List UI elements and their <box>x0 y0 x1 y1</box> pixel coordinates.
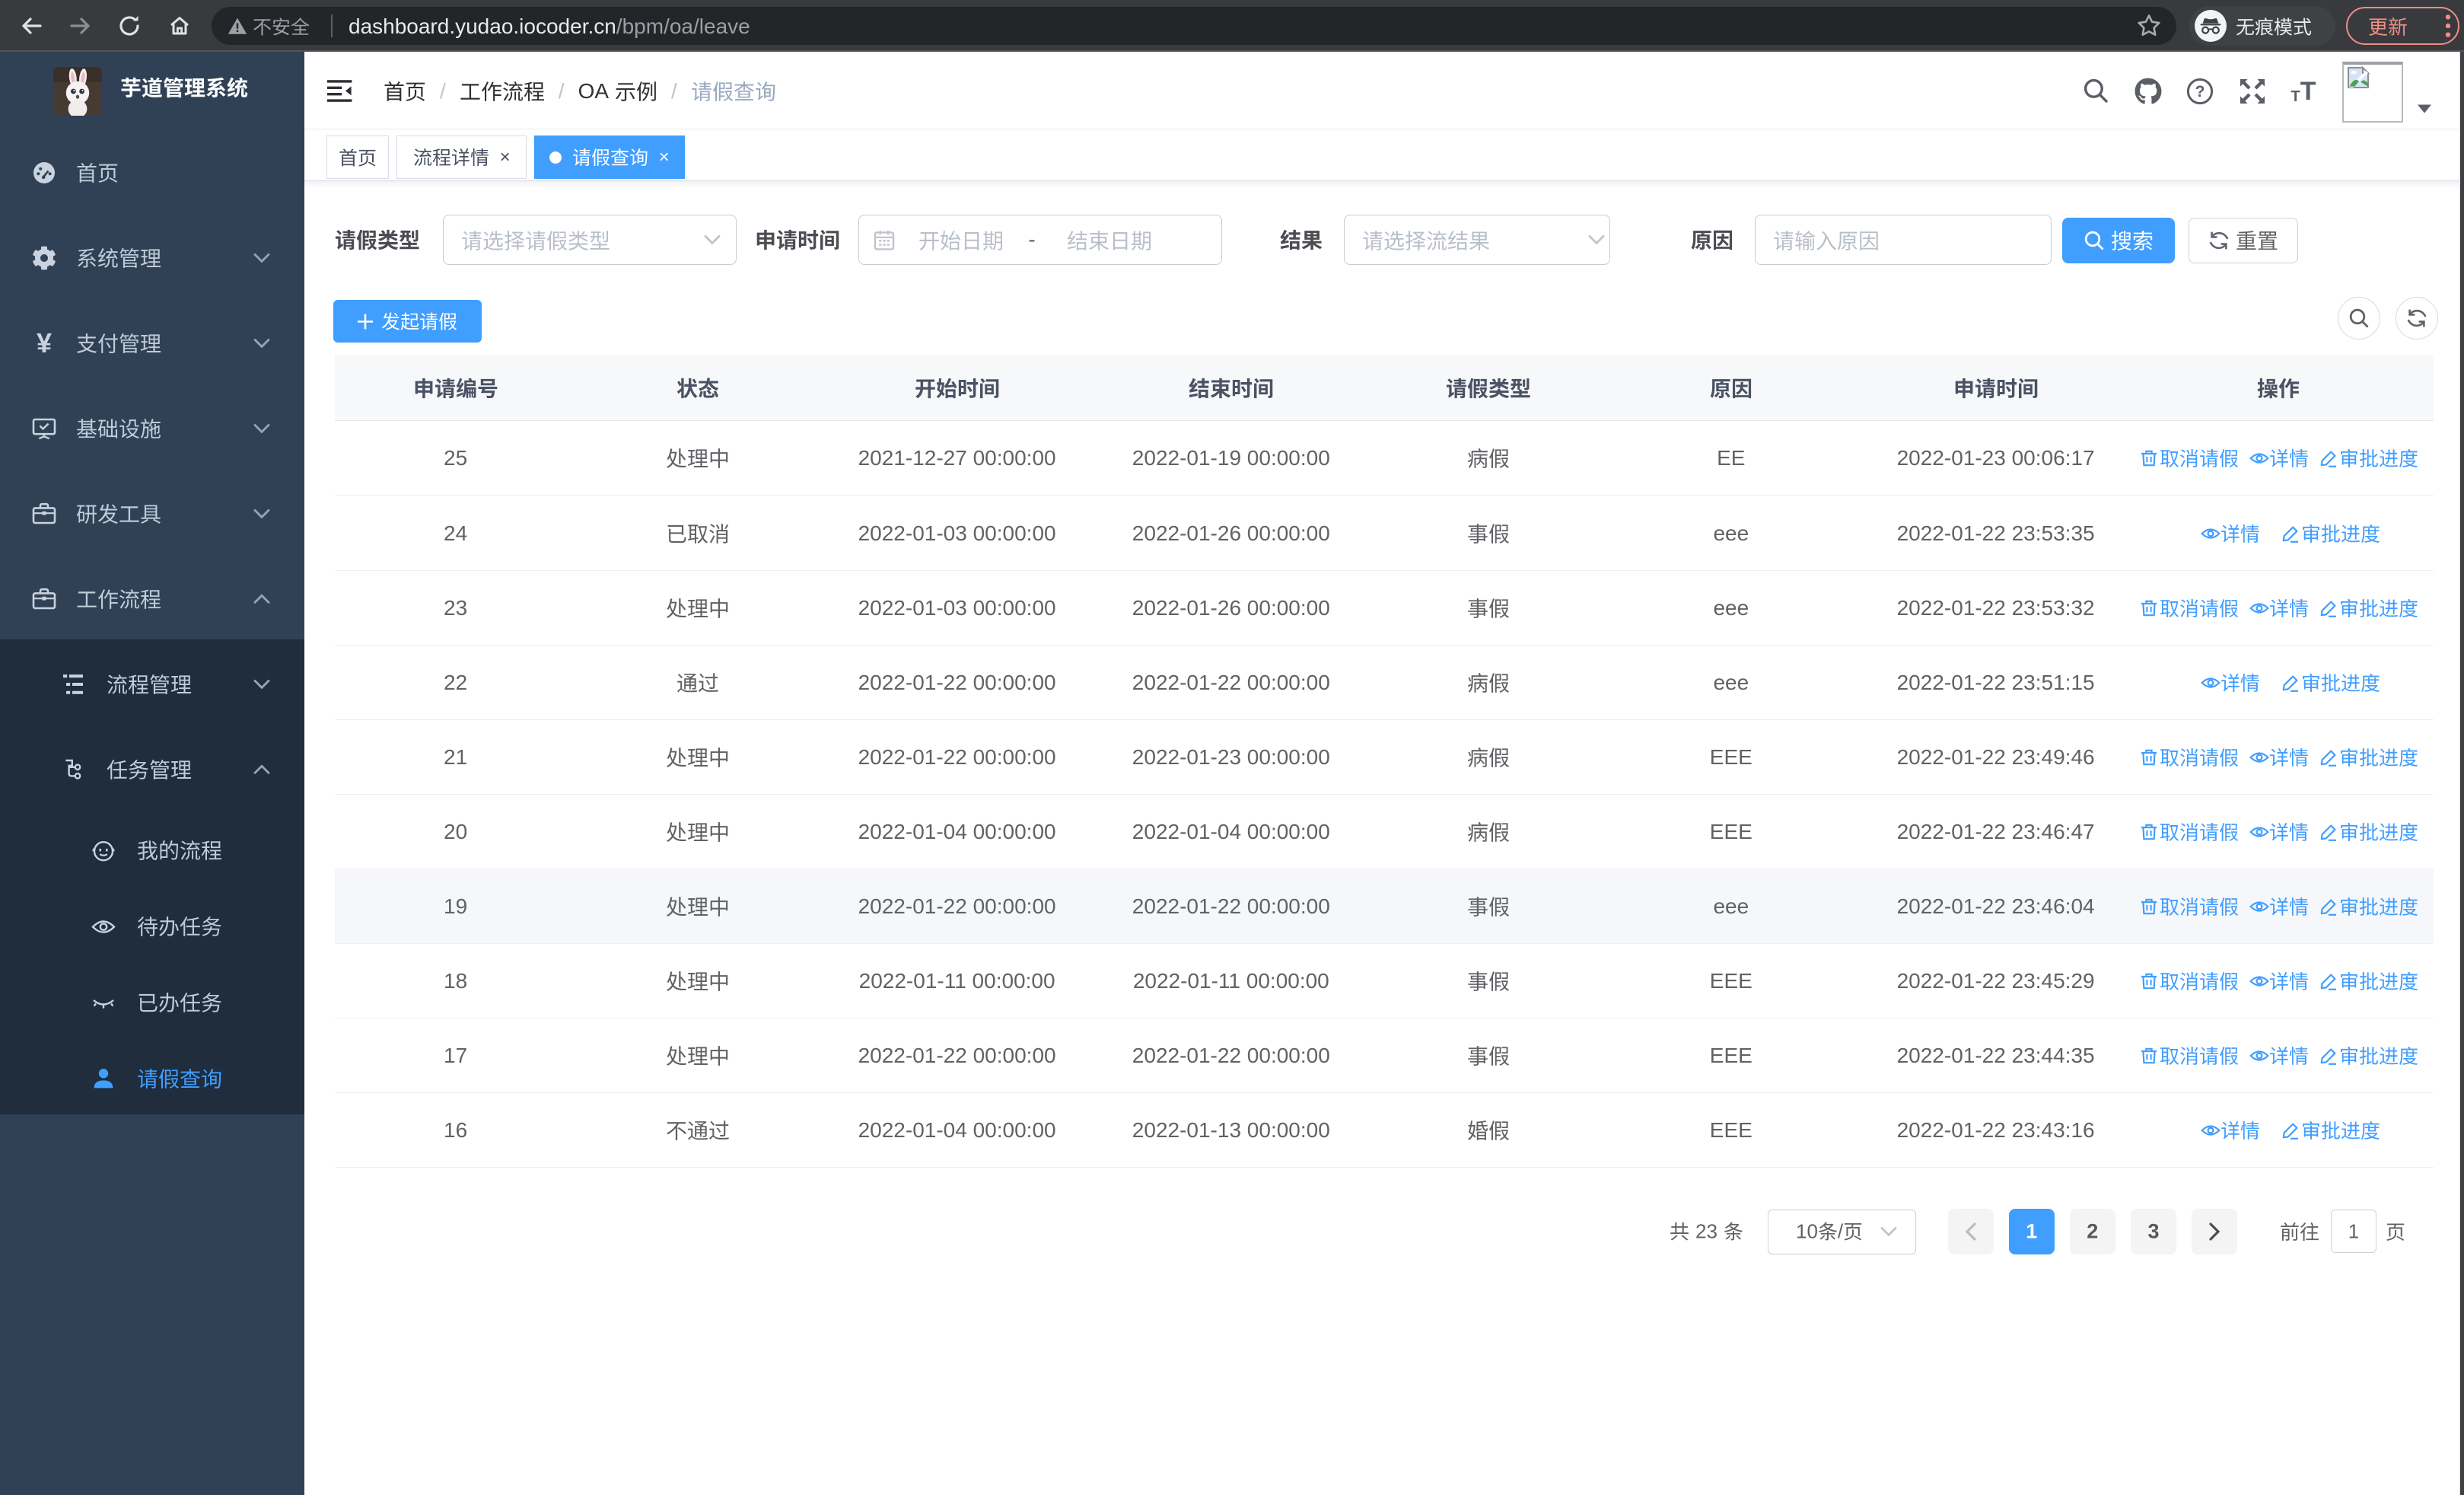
svg-text:?: ? <box>2195 83 2205 100</box>
